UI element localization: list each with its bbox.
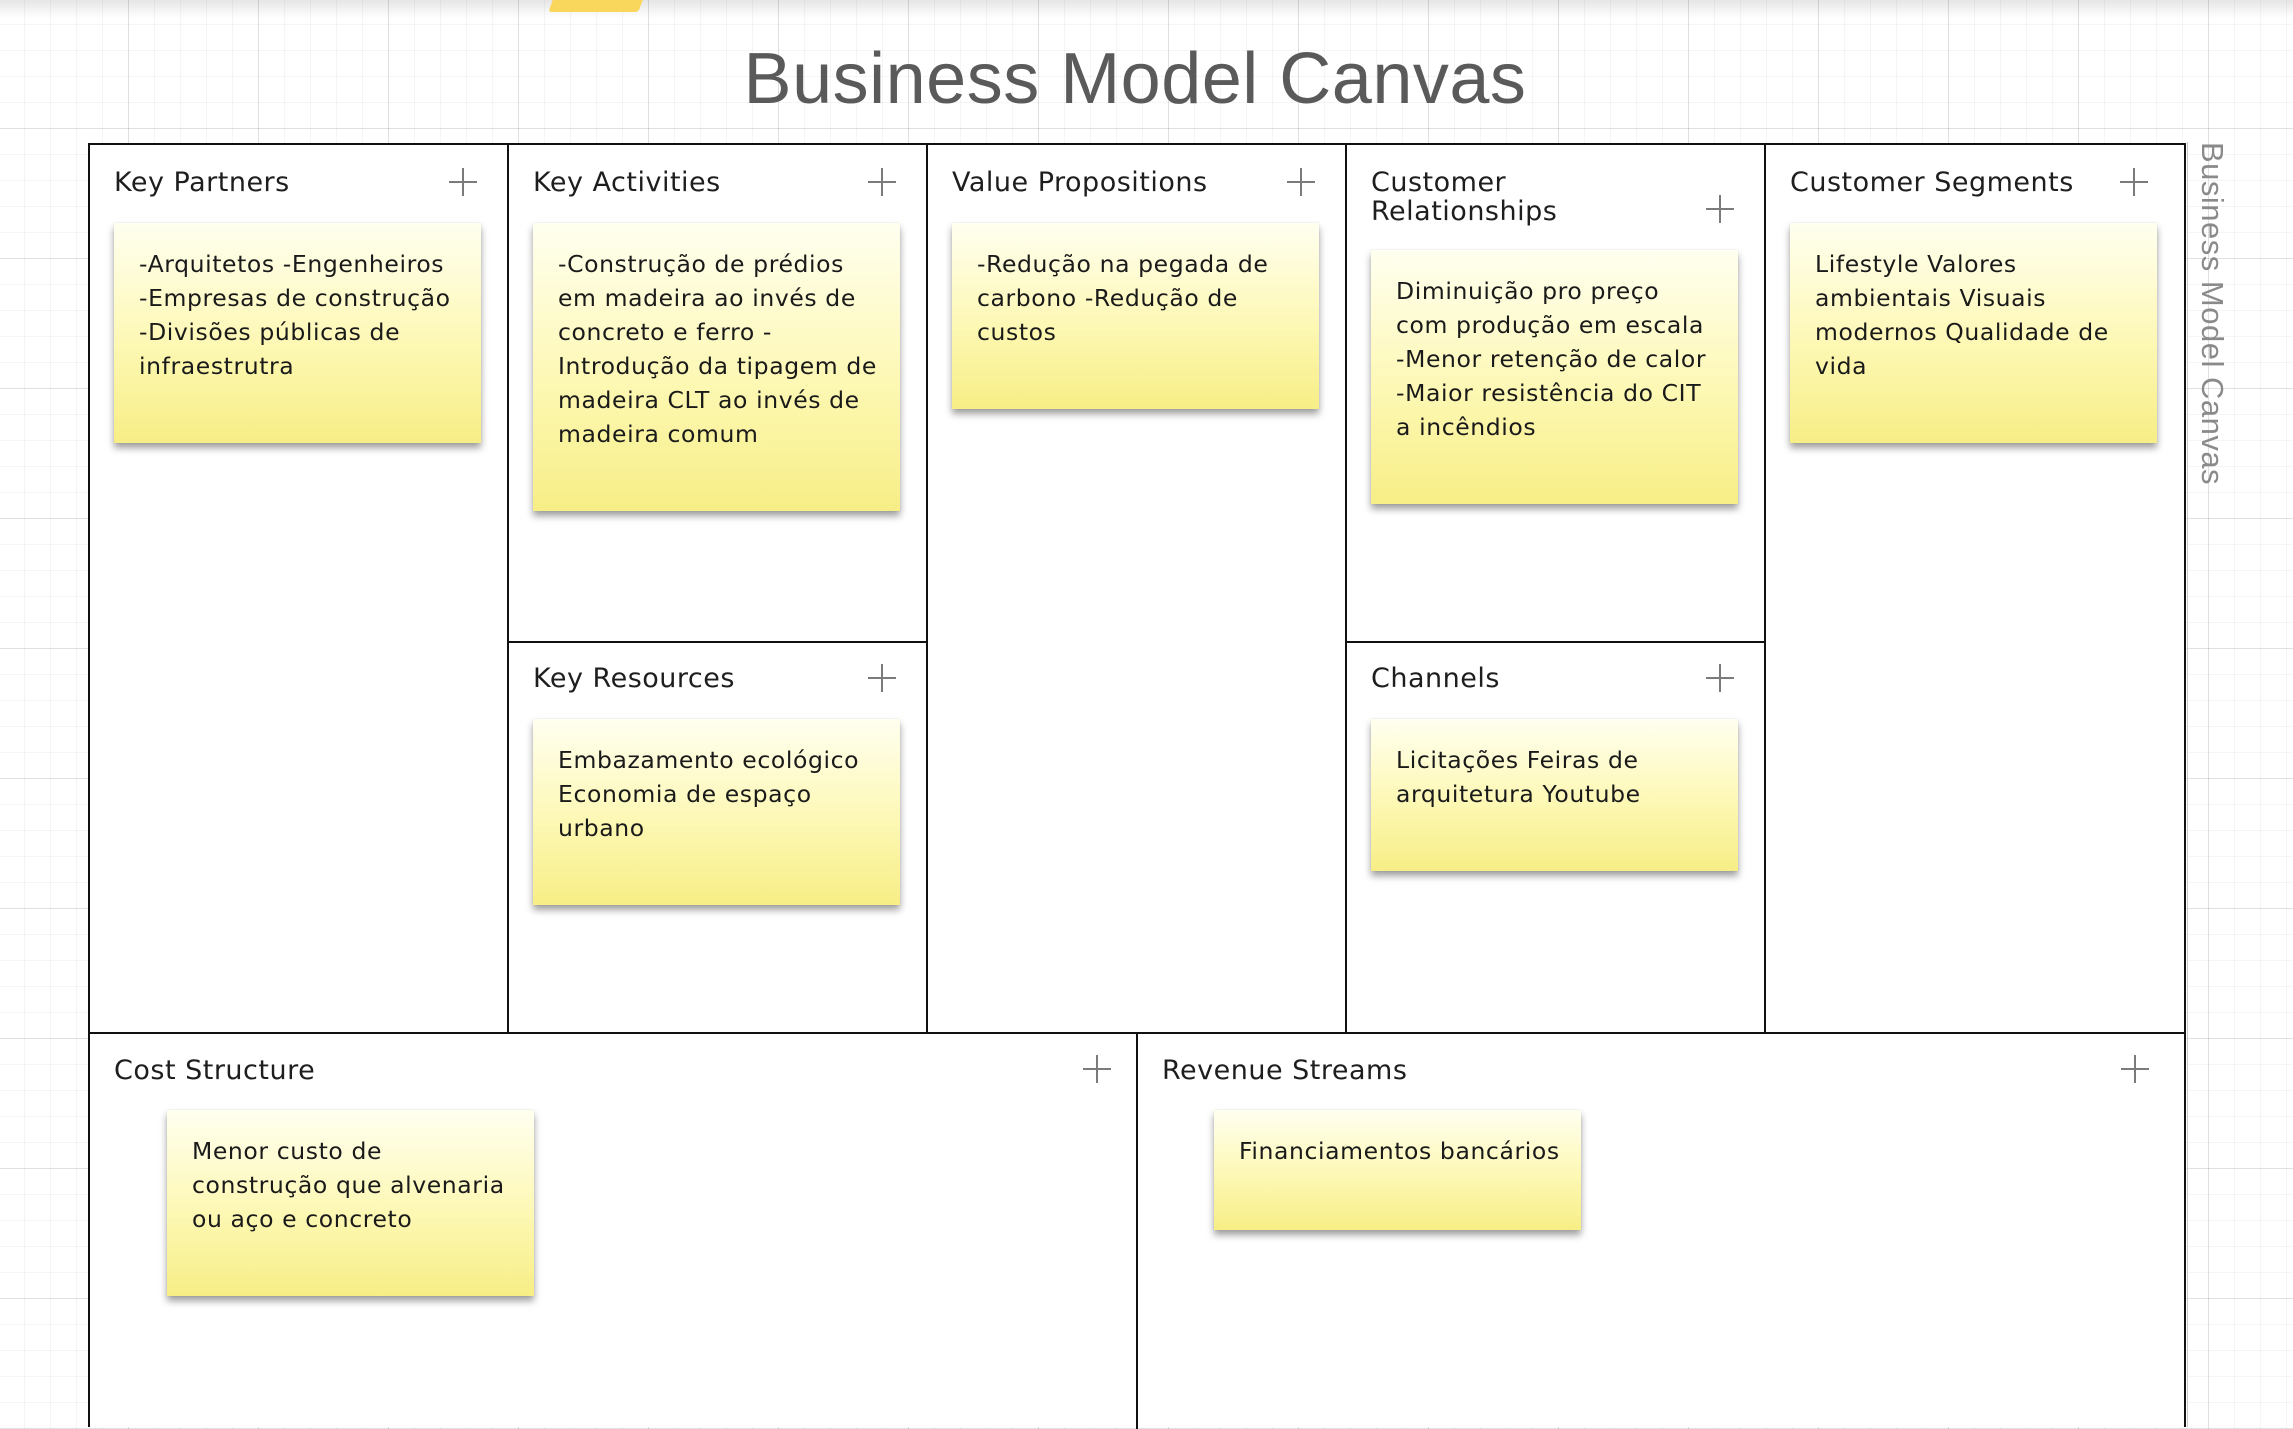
section-title: Customer Segments (1790, 167, 2074, 198)
section-cost-structure: Cost Structure Menor custo de construção… (90, 1034, 1138, 1429)
section-title: Key Partners (114, 167, 290, 198)
section-customer-relationships: Customer Relationships Diminuição pro pr… (1347, 145, 1766, 643)
section-title: Revenue Streams (1162, 1055, 1408, 1086)
section-title: Key Resources (533, 663, 735, 694)
sticky-note[interactable]: Licitações Feiras de arquitetura Youtube (1371, 719, 1738, 871)
add-note-button[interactable] (2120, 168, 2148, 196)
sticky-note[interactable]: -Redução na pegada de carbono -Redução d… (952, 223, 1319, 409)
side-title: Business Model Canvas (2195, 142, 2230, 486)
section-key-resources: Key Resources Embazamento ecológico Econ… (509, 643, 928, 1034)
add-note-button[interactable] (868, 168, 896, 196)
add-note-button[interactable] (868, 664, 896, 692)
add-note-button[interactable] (1706, 195, 1734, 223)
sticky-note[interactable]: Diminuição pro preço com produção em esc… (1371, 250, 1738, 504)
sticky-note[interactable]: Lifestyle Valores ambientais Visuais mod… (1790, 223, 2157, 443)
section-customer-segments: Customer Segments Lifestyle Valores ambi… (1766, 145, 2184, 1034)
section-value-propositions: Value Propositions -Redução na pegada de… (928, 145, 1347, 1034)
section-title: Channels (1371, 663, 1500, 694)
add-note-button[interactable] (2121, 1055, 2149, 1083)
side-divider (2187, 142, 2188, 1427)
canvas-board: Key Partners -Arquitetos -Engenheiros -E… (88, 143, 2186, 1429)
section-key-activities: Key Activities -Construção de prédios em… (509, 145, 928, 643)
sticky-note[interactable]: Embazamento ecológico Economia de espaço… (533, 719, 900, 905)
section-title: Value Propositions (952, 167, 1208, 198)
sticky-note[interactable]: Financiamentos bancários (1214, 1110, 1581, 1230)
sticky-note[interactable]: Menor custo de construção que alvenaria … (167, 1110, 534, 1296)
section-channels: Channels Licitações Feiras de arquitetur… (1347, 643, 1766, 1034)
section-title: Key Activities (533, 167, 721, 198)
section-key-partners: Key Partners -Arquitetos -Engenheiros -E… (90, 145, 509, 1034)
page-title: Business Model Canvas (743, 39, 1527, 119)
sticky-note[interactable]: -Construção de prédios em madeira ao inv… (533, 223, 900, 511)
section-title: Cost Structure (114, 1055, 316, 1086)
add-note-button[interactable] (1706, 664, 1734, 692)
section-title: Customer Relationships (1371, 167, 1558, 227)
section-revenue-streams: Revenue Streams Financiamentos bancários (1138, 1034, 2184, 1429)
add-note-button[interactable] (1287, 168, 1315, 196)
sticky-note-edge (548, 0, 646, 12)
toolbar-shadow (0, 0, 2293, 18)
add-note-button[interactable] (1083, 1055, 1111, 1083)
add-note-button[interactable] (449, 168, 477, 196)
sticky-note[interactable]: -Arquitetos -Engenheiros -Empresas de co… (114, 223, 481, 443)
